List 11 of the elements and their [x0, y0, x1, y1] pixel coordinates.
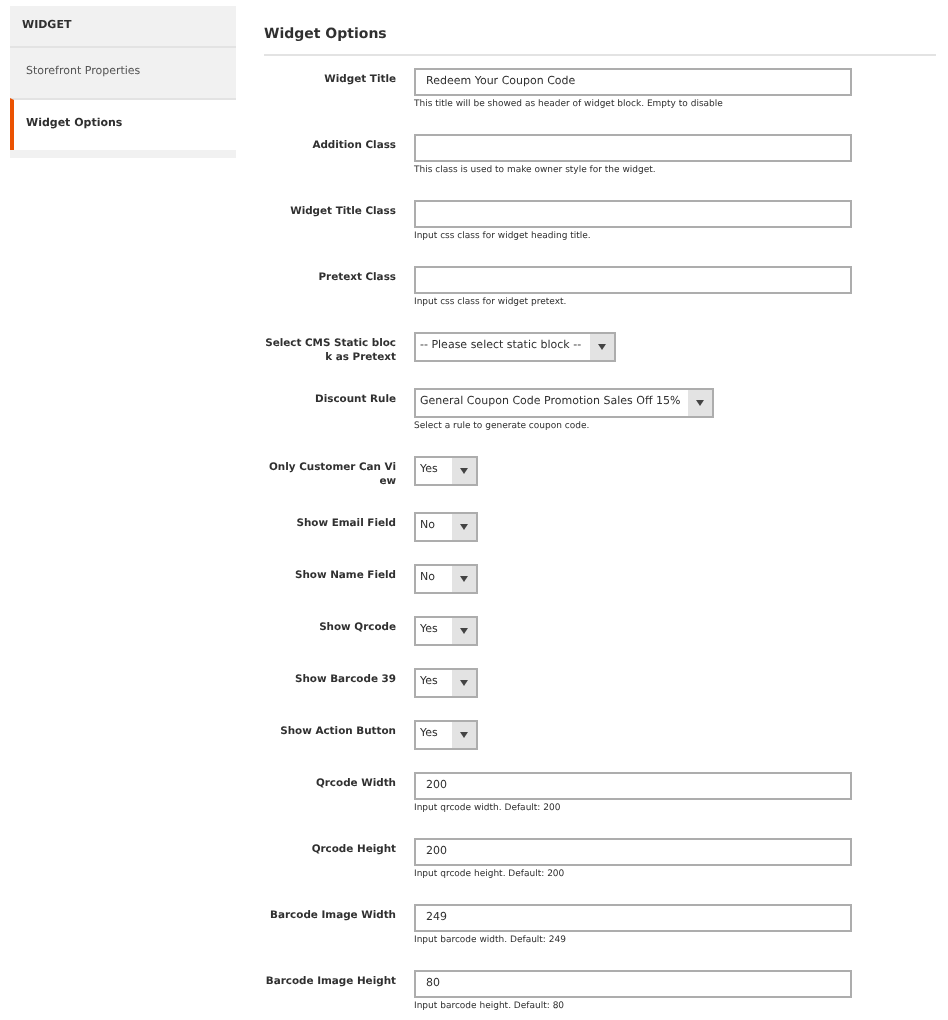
- caret-icon: [460, 680, 468, 686]
- text-field[interactable]: [414, 134, 852, 162]
- text-field[interactable]: [414, 266, 852, 294]
- caret-icon: [460, 524, 468, 530]
- caret-icon: [460, 628, 468, 634]
- caret-icon: [460, 732, 468, 738]
- caret-icon: [460, 468, 468, 474]
- text-field[interactable]: [414, 200, 852, 228]
- caret-icon: [696, 400, 705, 406]
- caret-icon: [460, 576, 468, 582]
- caret-icon: [597, 344, 606, 350]
